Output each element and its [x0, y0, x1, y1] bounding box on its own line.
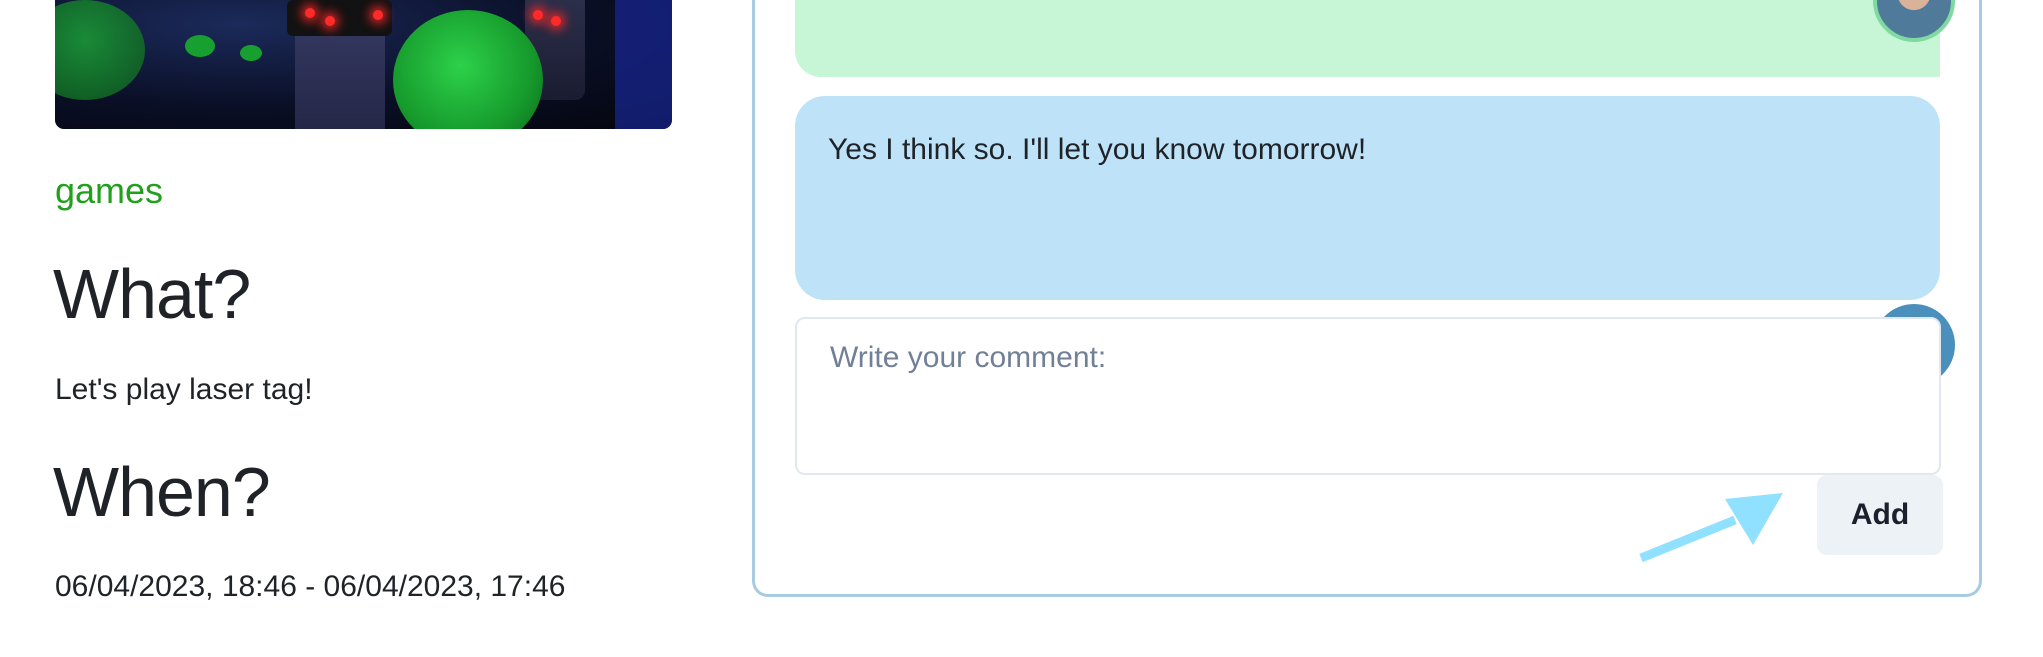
- event-photo: [55, 0, 672, 129]
- event-category-tag[interactable]: games: [55, 170, 163, 212]
- comment-bubble: [795, 0, 1955, 77]
- photo-wall: [615, 0, 672, 129]
- add-comment-button[interactable]: Add: [1817, 475, 1943, 555]
- comment-input[interactable]: [795, 317, 1941, 475]
- photo-obstacle: [185, 35, 215, 57]
- what-heading: What?: [53, 255, 251, 333]
- photo-obstacle: [393, 10, 543, 129]
- photo-led: [325, 16, 335, 26]
- photo-led: [305, 8, 315, 18]
- photo-led: [373, 10, 383, 20]
- comments-panel: Yes I think so. I'll let you know tomorr…: [752, 0, 1982, 597]
- avatar: [1873, 0, 1955, 42]
- photo-obstacle: [55, 0, 145, 100]
- photo-led: [533, 10, 543, 20]
- comment-text: Yes I think so. I'll let you know tomorr…: [828, 133, 1367, 166]
- arrow-pointer-icon: [1639, 493, 1783, 563]
- photo-led: [551, 16, 561, 26]
- event-description: Let's play laser tag!: [55, 373, 313, 406]
- event-date-range: 06/04/2023, 18:46 - 06/04/2023, 17:46: [55, 570, 566, 603]
- photo-obstacle: [240, 45, 262, 61]
- comment-bubble: Yes I think so. I'll let you know tomorr…: [795, 96, 1955, 386]
- when-heading: When?: [53, 453, 271, 531]
